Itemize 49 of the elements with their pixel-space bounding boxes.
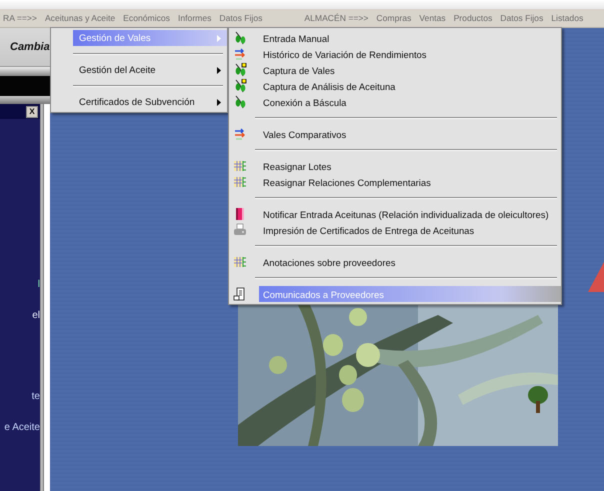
olive-lock-icon — [233, 63, 247, 77]
menu-bar-item[interactable]: Listados — [551, 13, 584, 23]
panel-item[interactable]: el — [32, 310, 40, 321]
triangle-shape — [588, 262, 604, 292]
menu-item[interactable]: Entrada Manual — [259, 30, 561, 46]
menu-bar-item[interactable]: Económicos — [123, 13, 170, 23]
arrows-icon — [233, 127, 247, 141]
olive-icon — [233, 95, 247, 109]
menu-item[interactable]: Histórico de Variación de Rendimientos — [259, 46, 561, 62]
menu-bar-item[interactable]: Datos Fijos — [500, 13, 544, 23]
menu-item[interactable]: Reasignar Lotes — [259, 158, 561, 174]
menu-bar-item[interactable]: Compras — [376, 13, 412, 23]
printer-icon — [233, 223, 247, 237]
menu-item[interactable]: Vales Comparativos — [259, 126, 561, 142]
menu-item[interactable]: Captura de Vales — [259, 62, 561, 78]
toolbar-border — [0, 67, 50, 76]
close-button[interactable]: X — [26, 106, 38, 118]
menu-item[interactable]: Gestión del Aceite — [73, 62, 227, 78]
panel-item[interactable]: te — [32, 391, 40, 402]
panel-item[interactable]: e Aceite — [4, 422, 40, 433]
toolbar-label: Cambia — [10, 41, 50, 53]
grid-icon — [233, 159, 247, 173]
menu-item[interactable]: Conexión a Báscula — [259, 94, 561, 110]
menu-bar-item[interactable]: ALMACÉN ==>> — [304, 13, 368, 23]
menu-item[interactable]: Impresión de Certificados de Entrega de Aceitunas — [259, 222, 561, 238]
menu-item[interactable]: Anotaciones sobre proveedores — [259, 254, 561, 270]
menu-bar-item[interactable]: Ventas — [419, 13, 446, 23]
submenu-arrow-icon — [217, 34, 221, 42]
menu-item[interactable]: Certificados de Subvención — [73, 94, 227, 110]
grid-icon — [233, 175, 247, 189]
grid-icon — [233, 255, 247, 269]
submenu-arrow-icon — [217, 66, 221, 74]
panel-border — [0, 96, 50, 104]
dark-strip — [0, 76, 50, 96]
arrows-icon — [233, 47, 247, 61]
menu-bar-item[interactable]: Informes — [178, 13, 212, 23]
menu-bar-item[interactable]: Aceitunas y Aceite — [44, 13, 116, 23]
document-icon — [233, 287, 247, 301]
menu-item[interactable]: Reasignar Relaciones Complementarias — [259, 174, 561, 190]
panel-item[interactable]: l — [38, 279, 40, 290]
menu-bar-item[interactable]: Productos — [454, 13, 492, 23]
menu-item[interactable]: Captura de Análisis de Aceituna — [259, 78, 561, 94]
olive-icon — [233, 31, 247, 45]
menu-bar-item[interactable]: RA ==>> — [3, 13, 37, 23]
submenu-arrow-icon — [217, 98, 221, 106]
olive-lock-icon — [233, 79, 247, 93]
book-icon — [233, 207, 247, 221]
menu-item[interactable]: Notificar Entrada Aceitunas (Relación individualizada de oleicultores) — [259, 206, 561, 222]
menu-bar-item[interactable]: Datos Fijos — [219, 13, 262, 23]
